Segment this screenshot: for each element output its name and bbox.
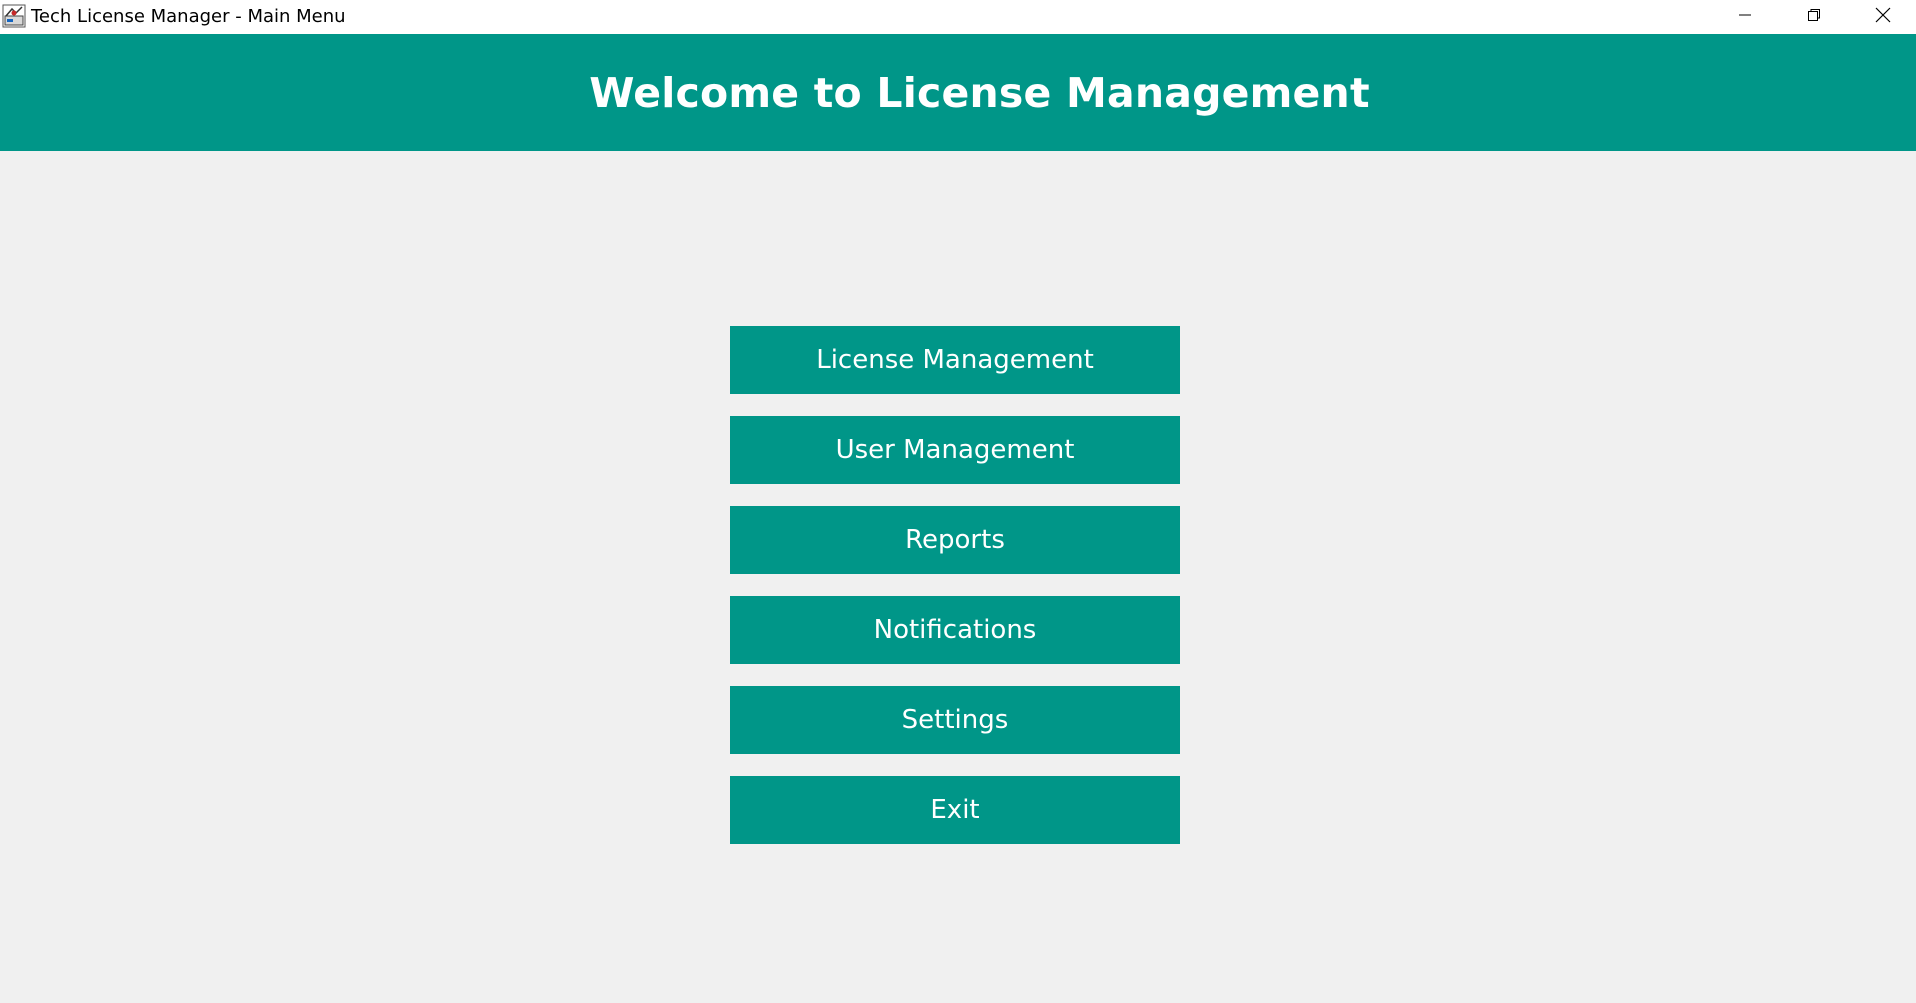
title-bar[interactable]: Tech License Manager - Main Menu xyxy=(0,0,1916,34)
main-window: Tech License Manager - Main Menu Welcome… xyxy=(0,0,1916,1003)
exit-button[interactable]: Exit xyxy=(730,776,1180,844)
main-menu: License Management User Management Repor… xyxy=(730,326,1180,866)
notifications-button[interactable]: Notifications xyxy=(730,596,1180,664)
restore-icon xyxy=(1806,7,1822,27)
license-management-button[interactable]: License Management xyxy=(730,326,1180,394)
settings-button[interactable]: Settings xyxy=(730,686,1180,754)
reports-button[interactable]: Reports xyxy=(730,506,1180,574)
java-app-icon xyxy=(2,4,26,28)
close-icon xyxy=(1874,6,1892,28)
header-banner: Welcome to License Management xyxy=(0,34,1916,151)
minimize-icon xyxy=(1737,7,1753,27)
restore-button[interactable] xyxy=(1779,0,1849,34)
page-title: Welcome to License Management xyxy=(589,68,1370,117)
close-button[interactable] xyxy=(1848,0,1916,34)
window-title: Tech License Manager - Main Menu xyxy=(31,6,346,27)
minimize-button[interactable] xyxy=(1710,0,1780,34)
user-management-button[interactable]: User Management xyxy=(730,416,1180,484)
